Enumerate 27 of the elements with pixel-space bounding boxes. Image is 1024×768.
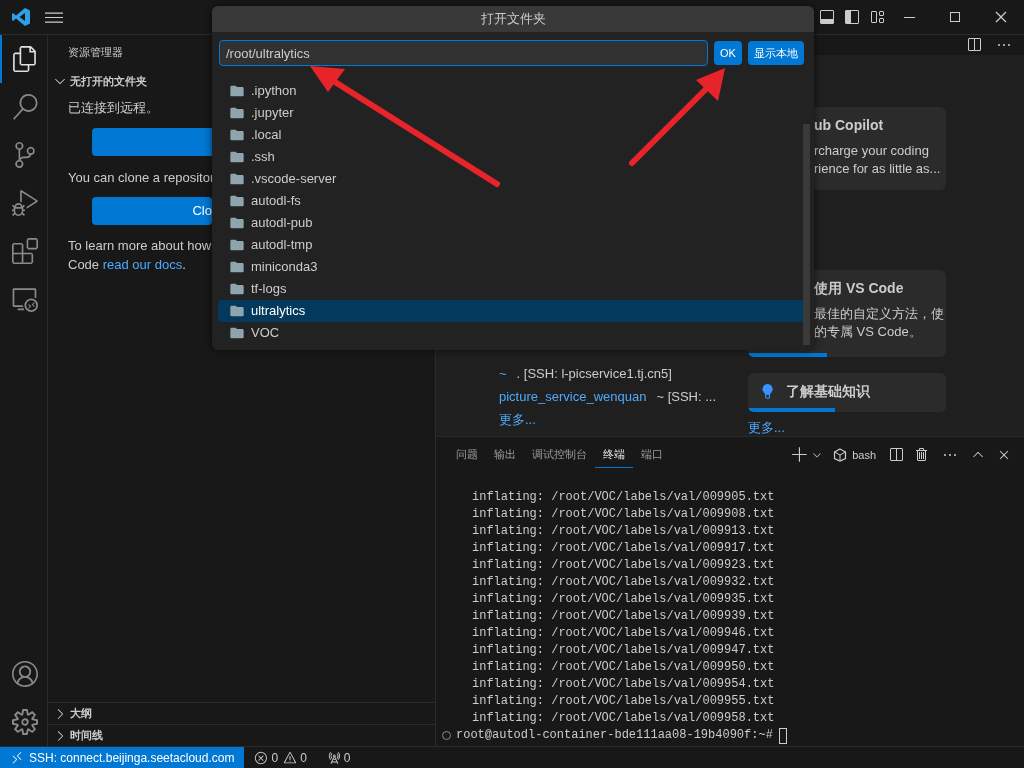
terminal-line: inflating: /root/VOC/labels/val/009954.txt	[471, 676, 775, 693]
sidebar-title: 资源管理器	[68, 45, 123, 61]
connected-text: 已连接到远程。	[68, 99, 159, 117]
terminal-line: inflating: /root/VOC/labels/val/009932.txt	[471, 574, 775, 591]
terminal-line: inflating: /root/VOC/labels/val/009955.txt	[471, 693, 775, 710]
learn-more-text: To learn more about how Code read our docs.	[68, 237, 212, 274]
terminal-prompt: root@autodl-container-bde111aa08-19b4090f:~#	[456, 727, 773, 744]
dialog-title: 打开文件夹	[480, 10, 546, 29]
terminal-line: inflating: /root/VOC/labels/val/009947.txt	[471, 642, 775, 659]
walkthrough-title: ub Copilot	[814, 116, 884, 135]
walkthrough-description: 最佳的自定义方法，使 的专属 VS Code。	[813, 305, 945, 341]
terminal-line: inflating: /root/VOC/labels/val/009939.txt	[471, 608, 775, 625]
walkthrough-title: 了解基础知识	[786, 382, 870, 401]
terminal-line: inflating: /root/VOC/labels/val/009917.txt	[471, 540, 775, 557]
terminal-line: inflating: /root/VOC/labels/val/009923.txt	[471, 557, 775, 574]
clone-text: You can clone a repositor	[68, 169, 215, 187]
recent-folder-path: . [SSH: l-picservice1.tj.cn5]	[516, 364, 672, 383]
recent-folder-path: ~ [SSH: ...	[656, 387, 717, 406]
terminal-line: inflating: /root/VOC/labels/val/009958.txt	[471, 710, 775, 727]
walkthrough-description: rcharge your coding rience for as little as...	[813, 142, 942, 178]
terminal-line: inflating: /root/VOC/labels/val/009908.txt	[471, 506, 775, 523]
terminal-line: inflating: /root/VOC/labels/val/009905.txt	[471, 489, 775, 506]
terminal-line: inflating: /root/VOC/labels/val/009935.txt	[471, 591, 775, 608]
terminal-line: inflating: /root/VOC/labels/val/009950.txt	[471, 659, 775, 676]
walkthrough-title: 使用 VS Code	[814, 279, 904, 298]
terminal-line: inflating: /root/VOC/labels/val/009946.txt	[471, 625, 775, 642]
terminal-line: inflating: /root/VOC/labels/val/009913.txt	[471, 523, 775, 540]
